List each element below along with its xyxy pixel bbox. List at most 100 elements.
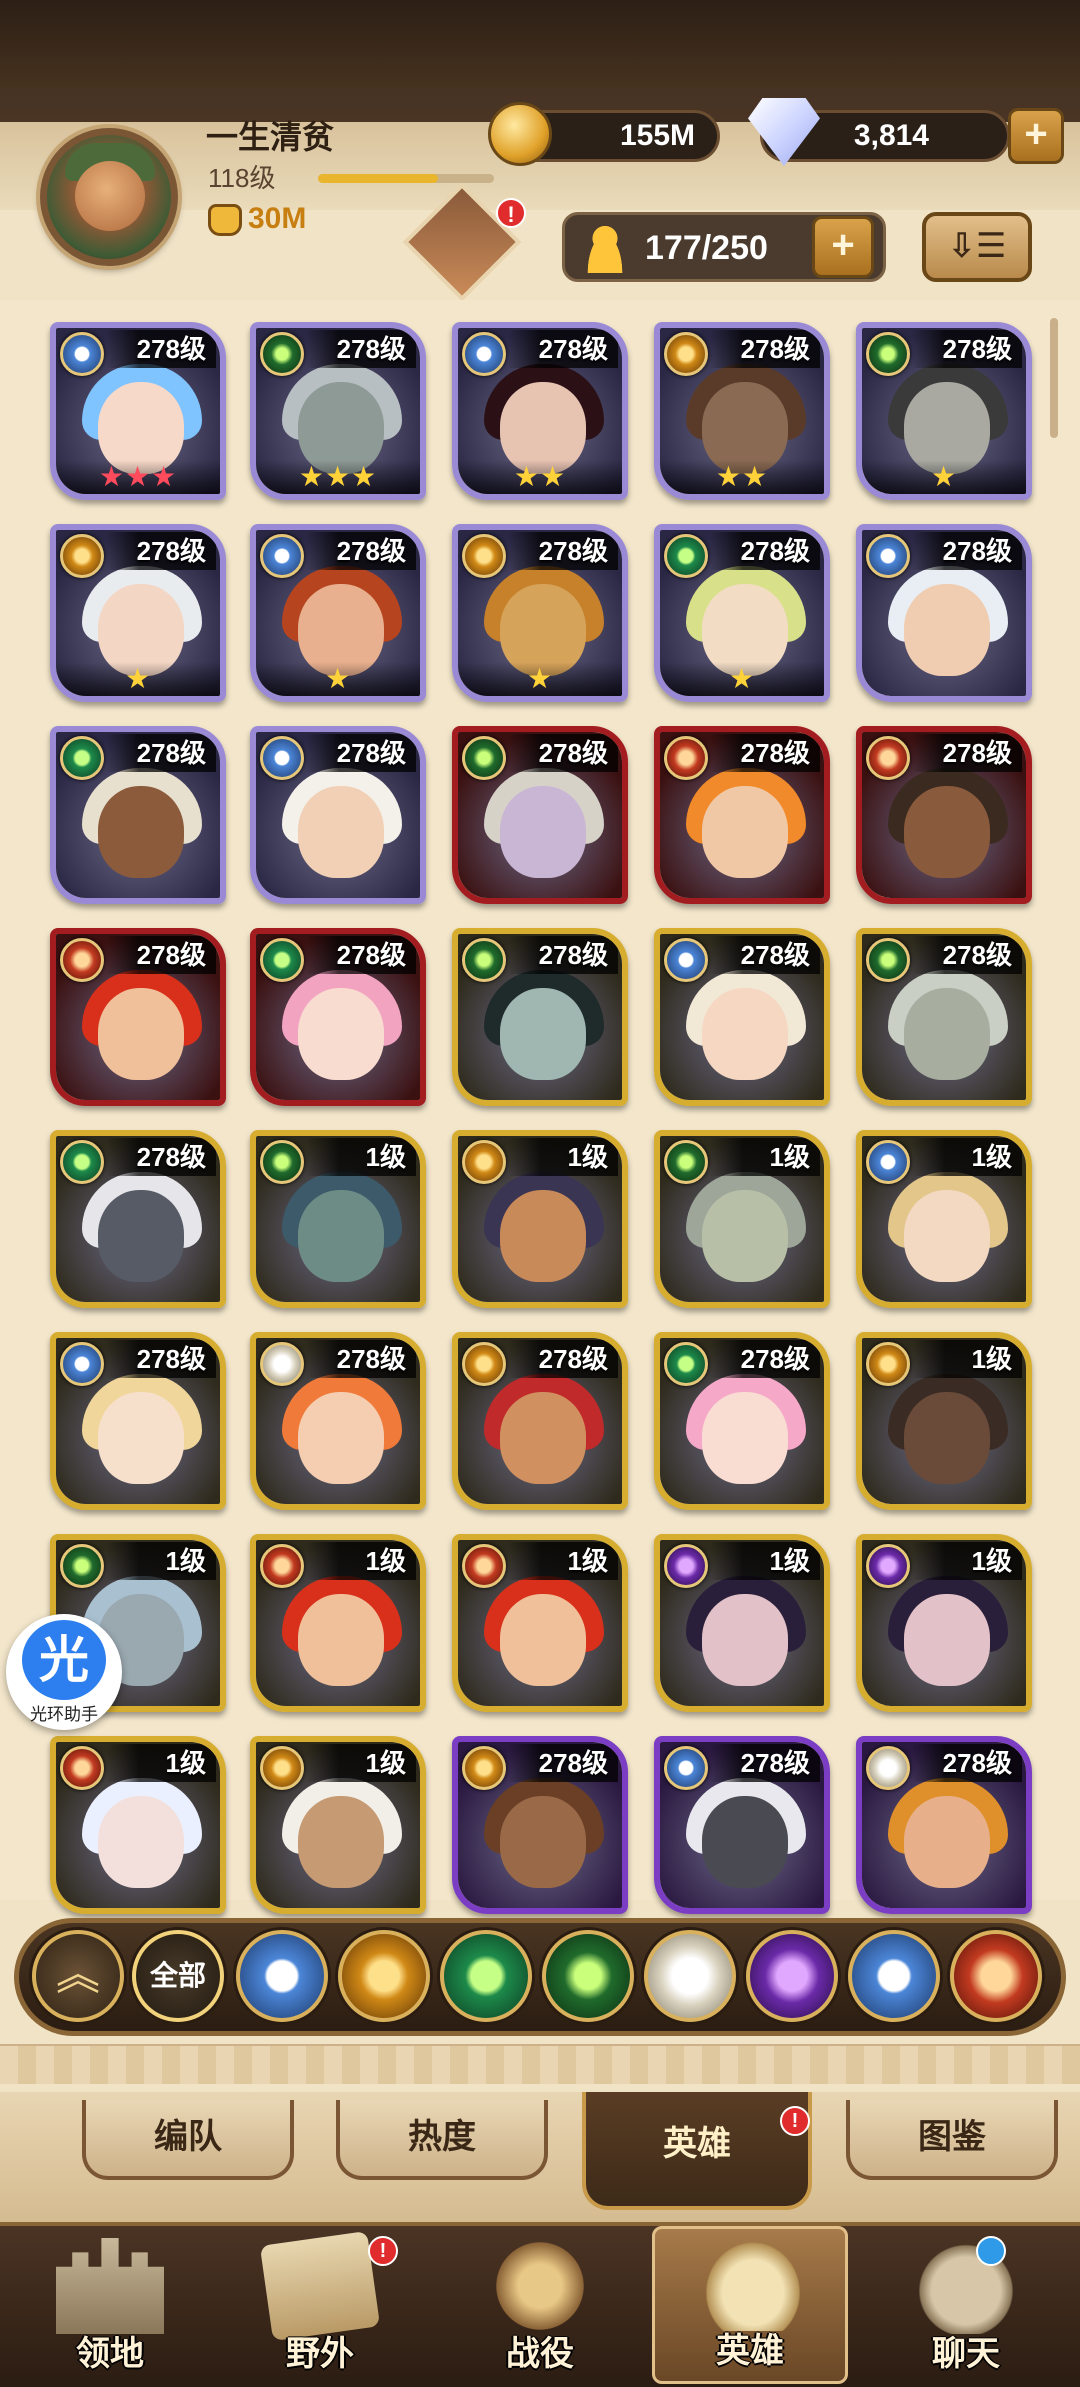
hero-card[interactable]: 278级 — [654, 928, 830, 1106]
hero-card[interactable]: 278级 ★ — [250, 524, 426, 702]
faction-graveborn-icon — [866, 938, 910, 982]
hero-card[interactable]: 278级 ★ — [452, 524, 628, 702]
hero-level: 1级 — [710, 1138, 820, 1176]
hero-card[interactable]: 278级 ★★ — [654, 322, 830, 500]
hero-card[interactable]: 278级 ★★★ — [50, 322, 226, 500]
tab-codex[interactable]: 图鉴 — [846, 2100, 1058, 2180]
add-diamonds-button[interactable]: + — [1008, 108, 1064, 164]
nav-chat[interactable]: 聊天 — [868, 2232, 1064, 2382]
hero-level: 278级 — [912, 936, 1022, 974]
hero-card[interactable]: 1级 — [250, 1736, 426, 1914]
tab-popularity[interactable]: 热度 — [336, 2100, 548, 2180]
collapse-filter-button[interactable]: ︽ — [32, 1930, 124, 2022]
faction-dimensional-icon — [260, 1544, 304, 1588]
add-hero-slots-button[interactable]: + — [812, 216, 874, 278]
faction-graveborn-icon — [462, 938, 506, 982]
hero-card[interactable]: 278级 — [856, 1736, 1032, 1914]
hero-card[interactable]: 278级 — [654, 1332, 830, 1510]
hero-card[interactable]: 1级 — [50, 1736, 226, 1914]
hero-card[interactable]: 278级 — [50, 1332, 226, 1510]
hero-card[interactable]: 278级 ★★ — [452, 322, 628, 500]
faction-wild-icon — [60, 736, 104, 780]
hero-card[interactable]: 1级 — [250, 1534, 426, 1712]
hero-card[interactable]: 278级 — [250, 928, 426, 1106]
filter-all-button[interactable]: 全部 — [132, 1930, 224, 2022]
hero-card[interactable]: 278级 ★★★ — [250, 322, 426, 500]
nav-campaign[interactable]: 战役 — [442, 2232, 638, 2382]
hero-level: 278级 — [106, 532, 216, 570]
hero-face — [702, 1392, 788, 1484]
hero-face — [298, 1392, 384, 1484]
hero-card[interactable]: 278级 — [250, 726, 426, 904]
hero-level: 1级 — [912, 1340, 1022, 1378]
nav-chat-notification-dot — [976, 2236, 1006, 2266]
hero-face — [298, 988, 384, 1080]
filter-hypogean-icon[interactable] — [746, 1930, 838, 2022]
hero-card[interactable]: 278级 ★ — [654, 524, 830, 702]
tab-heroes[interactable]: 英雄 — [582, 2092, 812, 2210]
hero-stars: ★ — [56, 662, 220, 696]
filter-celestial-icon[interactable] — [644, 1930, 736, 2022]
hero-level: 278级 — [306, 734, 416, 772]
faction-dimensional-icon — [60, 1746, 104, 1790]
hero-card[interactable]: 278级 — [50, 726, 226, 904]
sort-button[interactable]: ⇩☰ — [922, 212, 1032, 282]
hero-card[interactable]: 278级 — [250, 1332, 426, 1510]
filter-mauler-icon[interactable] — [338, 1930, 430, 2022]
hero-level: 278级 — [912, 532, 1022, 570]
hero-face — [904, 1190, 990, 1282]
hero-list-scrollbar[interactable] — [1050, 318, 1058, 438]
filter-light-icon[interactable] — [236, 1930, 328, 2022]
hero-level: 1级 — [106, 1542, 216, 1580]
faction-graveborn-icon — [60, 1544, 104, 1588]
faction-mauler-icon — [462, 1140, 506, 1184]
hero-face — [904, 786, 990, 878]
nav-heroes[interactable]: 英雄 — [652, 2226, 848, 2384]
hero-card[interactable]: 1级 — [452, 1130, 628, 1308]
hero-card[interactable]: 1级 — [654, 1130, 830, 1308]
assistant-floating-button[interactable]: 光 光环助手 — [6, 1614, 122, 1730]
hero-level: 1级 — [710, 1542, 820, 1580]
hero-card[interactable]: 1级 — [250, 1130, 426, 1308]
hero-card[interactable]: 278级 — [452, 1332, 628, 1510]
hero-card[interactable]: 1级 — [856, 1534, 1032, 1712]
hero-card[interactable]: 278级 ★ — [50, 524, 226, 702]
hero-face — [98, 1392, 184, 1484]
helmet-icon — [699, 2235, 807, 2331]
hero-card[interactable]: 1级 — [856, 1130, 1032, 1308]
hero-level: 1级 — [106, 1744, 216, 1782]
hero-card[interactable]: 278级 — [50, 1130, 226, 1308]
filter-graveborn-icon[interactable] — [542, 1930, 634, 2022]
hero-card[interactable]: 278级 — [856, 928, 1032, 1106]
player-avatar[interactable] — [40, 128, 178, 266]
hero-card[interactable]: 278级 — [654, 1736, 830, 1914]
nav-territory[interactable]: 领地 — [12, 2232, 208, 2382]
hero-card[interactable]: 278级 — [452, 726, 628, 904]
hero-stars: ★ — [458, 662, 622, 696]
hero-card[interactable]: 278级 ★ — [856, 322, 1032, 500]
filter-wild-icon[interactable] — [440, 1930, 532, 2022]
hero-card[interactable]: 278级 — [50, 928, 226, 1106]
faction-light-icon — [60, 1342, 104, 1386]
hero-level: 278级 — [710, 532, 820, 570]
hero-card[interactable]: 278级 — [654, 726, 830, 904]
hero-level: 278级 — [106, 1340, 216, 1378]
tab-formation[interactable]: 编队 — [82, 2100, 294, 2180]
filter-dimensional-icon[interactable] — [950, 1930, 1042, 2022]
gold-coin-icon — [488, 102, 552, 166]
faction-light-icon — [462, 332, 506, 376]
hero-card[interactable]: 1级 — [856, 1332, 1032, 1510]
hero-card[interactable]: 278级 — [856, 524, 1032, 702]
faction-graveborn-icon — [664, 1140, 708, 1184]
hero-card[interactable]: 278级 — [452, 928, 628, 1106]
hero-card[interactable]: 1级 — [654, 1534, 830, 1712]
hero-face — [904, 584, 990, 676]
faction-light-icon — [260, 736, 304, 780]
hero-level: 278级 — [508, 532, 618, 570]
hero-card[interactable]: 278级 — [856, 726, 1032, 904]
faction-light-icon — [866, 534, 910, 578]
filter-dimensional-blue-icon[interactable] — [848, 1930, 940, 2022]
hero-card[interactable]: 1级 — [452, 1534, 628, 1712]
hero-face — [702, 1796, 788, 1888]
hero-card[interactable]: 278级 — [452, 1736, 628, 1914]
